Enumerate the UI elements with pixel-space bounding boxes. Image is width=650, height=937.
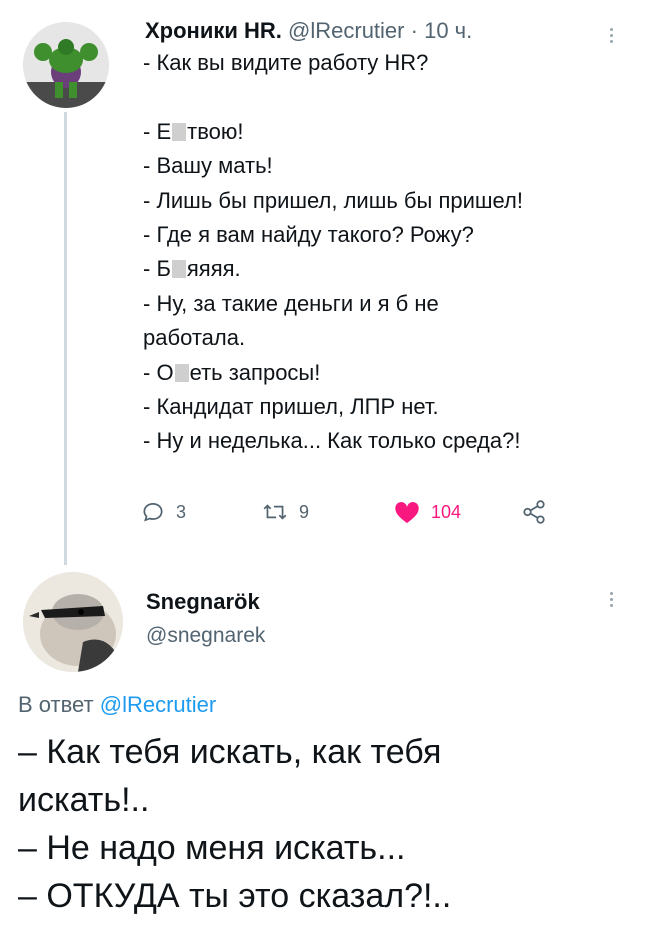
tweet1-line: - Лишь бы пришел, лишь бы пришел! — [143, 187, 523, 213]
tweet1-line-empty — [143, 80, 633, 114]
tweet2-line: – Как тебя искать, как тебя — [18, 733, 442, 771]
tweet1-line: - Оеть запросы! — [143, 359, 321, 385]
tweet1-line: - Ну и неделька... Как только среда?! — [143, 428, 521, 454]
tweet2-line: – Не надо меня искать... — [18, 829, 406, 867]
speech-bubble-icon — [143, 503, 163, 522]
retweet-button[interactable]: 9 — [261, 499, 309, 525]
heart-filled-icon — [395, 502, 419, 524]
censor-block — [174, 363, 189, 382]
tweet1-text: - Как вы видите работу HR? - Етвою! - Ва… — [143, 46, 633, 459]
reply-to-prefix: В ответ — [18, 692, 94, 717]
tweet2-display-name[interactable]: Snegnarök — [146, 589, 260, 615]
avatar-hulk[interactable] — [23, 22, 109, 108]
shrike-bird-image — [23, 572, 123, 672]
censor-block — [171, 260, 186, 279]
like-count: 104 — [431, 501, 462, 522]
reply-count: 3 — [176, 501, 187, 522]
reply-to-line: В ответ @lRecrutier — [18, 692, 216, 718]
thread-connector-line — [64, 112, 67, 565]
tweet1-line: - Кандидат пришел, ЛПР нет. — [143, 393, 439, 419]
tweet1-header: Хроники HR. @lRecrutier · 10 ч. — [145, 18, 472, 44]
tweet1-line: - Вашу мать! — [143, 153, 273, 179]
share-button[interactable] — [520, 499, 548, 525]
share-nodes-icon — [523, 500, 545, 524]
hulk-figure-image — [23, 22, 109, 108]
tweet1-line: - Где я вам найду такого? Рожу? — [143, 221, 474, 247]
more-options-icon[interactable] — [609, 592, 615, 610]
tweet1-line: - Етвою! — [143, 118, 244, 144]
tweet2-text: – Как тебя искать, как тебя искать!.. – … — [18, 728, 638, 920]
like-button[interactable]: 104 — [393, 499, 461, 525]
tweet1-separator: · — [410, 18, 418, 43]
tweet1-line: работала. — [143, 325, 246, 351]
tweet1-handle[interactable]: @lRecrutier — [288, 18, 404, 43]
tweet2-handle[interactable]: @snegnarek — [146, 624, 265, 648]
retweet-arrows-icon — [263, 504, 287, 520]
censor-block — [172, 122, 187, 141]
more-options-icon[interactable] — [609, 28, 615, 46]
tweet2-line: – ОТКУДА ты это сказал?!.. — [18, 877, 452, 915]
retweet-count: 9 — [299, 501, 310, 522]
tweet1-line: - Бяяяя. — [143, 256, 241, 282]
avatar-bird[interactable] — [23, 572, 123, 672]
reply-button[interactable]: 3 — [140, 499, 186, 525]
tweet1-line: - Ну, за такие деньги и я б не — [143, 290, 439, 316]
tweet1-action-bar: 3 9 104 — [0, 499, 650, 533]
tweet1-display-name[interactable]: Хроники HR. — [145, 18, 282, 43]
tweet1-line: - Как вы видите работу HR? — [143, 50, 429, 75]
tweet1-time[interactable]: 10 ч. — [424, 18, 472, 43]
tweet2-line: искать!.. — [18, 781, 150, 819]
reply-to-mention-link[interactable]: @lRecrutier — [100, 692, 216, 717]
